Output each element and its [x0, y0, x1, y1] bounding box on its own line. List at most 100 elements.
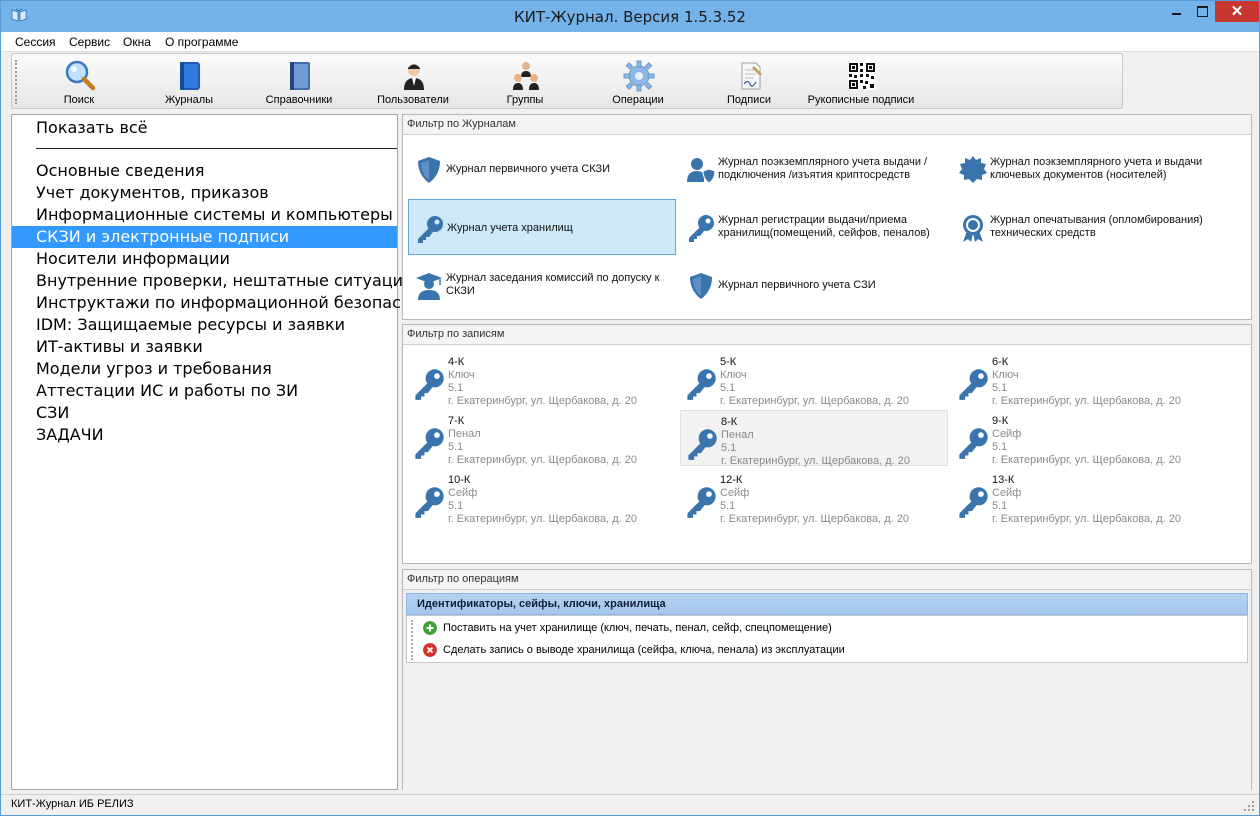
- journal-sealing[interactable]: Журнал опечатывания (опломбирования) тех…: [952, 199, 1220, 255]
- menu-windows[interactable]: Окна: [123, 35, 151, 49]
- journal-key-documents[interactable]: Журнал поэкземплярного учета и выдачи кл…: [952, 141, 1220, 197]
- record-type: Сейф: [448, 487, 478, 499]
- record-version: 5.1: [721, 442, 737, 454]
- record-type: Пенал: [448, 428, 481, 440]
- record-version: 5.1: [992, 441, 1008, 453]
- journal-storage-issue[interactable]: Журнал регистрации выдачи/приема хранили…: [680, 199, 948, 255]
- nav-item-documents[interactable]: Учет документов, приказов: [12, 182, 397, 204]
- record-version: 5.1: [992, 500, 1008, 512]
- journals-filter-header: Фильтр по Журналам: [403, 115, 1251, 135]
- record-type: Ключ: [992, 369, 1019, 381]
- records-filter-group: Фильтр по записям 4-К Ключ 5.1 г. Екатеринб…: [402, 324, 1252, 564]
- record-version: 5.1: [992, 382, 1008, 394]
- users-button[interactable]: Пользователи: [358, 56, 468, 108]
- references-button[interactable]: Справочники: [244, 56, 354, 108]
- operation-label: Поставить на учет хранилище (ключ, печат…: [443, 622, 832, 634]
- record-address: г. Екатеринбург, ул. Щербакова, д. 20: [720, 395, 910, 407]
- record-version: 5.1: [720, 500, 736, 512]
- nav-item-information-systems[interactable]: Информационные системы и компьютеры: [12, 204, 397, 226]
- menu-session[interactable]: Сессия: [15, 35, 56, 49]
- nav-item-attestations[interactable]: Аттестации ИС и работы по ЗИ: [12, 380, 397, 402]
- search-button[interactable]: Поиск: [24, 56, 134, 108]
- references-button-label: Справочники: [265, 94, 333, 106]
- nav-show-all[interactable]: Показать всё: [12, 117, 397, 139]
- group-icon: [513, 62, 539, 90]
- nav-item-skzi[interactable]: СКЗИ и электронные подписи: [12, 226, 397, 248]
- remove-circle-icon: [423, 643, 437, 657]
- operations-category[interactable]: Идентификаторы, сейфы, ключи, хранилища: [406, 593, 1248, 615]
- journal-label: Журнал поэкземплярного учета и выдачи кл…: [990, 156, 1203, 181]
- journal-crypto-issue[interactable]: Журнал поэкземплярного учета выдачи /под…: [680, 141, 948, 197]
- qr-code-icon: [848, 62, 876, 90]
- record-card[interactable]: 6-К Ключ 5.1 г. Екатеринбург, ул. Щербакова…: [952, 351, 1220, 407]
- record-number: 4-К: [448, 356, 465, 368]
- journals-filter-group: Фильтр по Журналам Журнал первичного уче…: [402, 114, 1252, 320]
- key-icon: [415, 487, 444, 518]
- nav-item-tasks[interactable]: ЗАДАЧИ: [12, 424, 397, 446]
- nav-item-idm[interactable]: IDM: Защищаемые ресурсы и заявки: [12, 314, 397, 336]
- toolbar-grip[interactable]: [15, 60, 18, 104]
- record-number: 8-К: [721, 416, 738, 428]
- journal-label: Журнал первичного учета СЗИ: [718, 278, 876, 291]
- record-address: г. Екатеринбург, ул. Щербакова, д. 20: [448, 513, 638, 525]
- key-icon: [688, 429, 717, 460]
- record-card[interactable]: 10-К Сейф 5.1 г. Екатеринбург, ул. Щербаков…: [408, 469, 676, 525]
- nav-item-it-assets[interactable]: ИТ-активы и заявки: [12, 336, 397, 358]
- record-address: г. Екатеринбург, ул. Щербакова, д. 20: [448, 454, 638, 466]
- resize-grip-icon[interactable]: [1243, 800, 1255, 812]
- nav-item-internal-checks[interactable]: Внутренние проверки, нештатные ситуации: [12, 270, 413, 292]
- record-type: Ключ: [720, 369, 747, 381]
- operations-filter-group: Фильтр по операциям Идентификаторы, сейф…: [402, 569, 1252, 790]
- key-icon: [415, 428, 444, 459]
- record-type: Ключ: [448, 369, 475, 381]
- journal-szi-primary[interactable]: Журнал первичного учета СЗИ: [680, 257, 948, 313]
- window-title: КИТ-Журнал. Версия 1.5.3.52: [514, 8, 746, 26]
- record-card[interactable]: 9-К Сейф 5.1 г. Екатеринбург, ул. Щербакова…: [952, 410, 1220, 466]
- operations-button[interactable]: Операции: [583, 56, 693, 108]
- journal-label: Журнал опечатывания (опломбирования) тех…: [990, 214, 1203, 239]
- toolbar: Поиск Журналы Справочники Пользователи Г…: [11, 53, 1123, 109]
- nav-item-media[interactable]: Носители информации: [12, 248, 397, 270]
- signatures-button[interactable]: Подписи: [694, 56, 804, 108]
- journal-storages[interactable]: Журнал учета хранилищ: [408, 199, 676, 255]
- menu-about[interactable]: О программе: [165, 35, 238, 49]
- journal-label: Журнал учета хранилищ: [447, 221, 573, 234]
- record-card[interactable]: 5-К Ключ 5.1 г. Екатеринбург, ул. Щербакова…: [680, 351, 948, 407]
- journal-commission[interactable]: Журнал заседания комиссий по допуску к С…: [408, 257, 676, 313]
- nav-item-threat-models[interactable]: Модели угроз и требования: [12, 358, 397, 380]
- maximize-button[interactable]: [1189, 1, 1215, 22]
- key-icon: [687, 487, 716, 518]
- record-card[interactable]: 13-К Сейф 5.1 г. Екатеринбург, ул. Щербаков…: [952, 469, 1220, 525]
- journal-label: Журнал первичного учета СКЗИ: [446, 162, 611, 175]
- operation-register-storage[interactable]: Поставить на учет хранилище (ключ, печат…: [423, 619, 832, 639]
- record-card[interactable]: 12-К Сейф 5.1 г. Екатеринбург, ул. Щербаков…: [680, 469, 948, 525]
- record-number: 6-К: [992, 356, 1009, 368]
- record-card[interactable]: 7-К Пенал 5.1 г. Екатеринбург, ул. Щербаков…: [408, 410, 676, 466]
- menu-service[interactable]: Сервис: [69, 35, 110, 49]
- record-version: 5.1: [448, 500, 464, 512]
- record-card[interactable]: 8-К Пенал 5.1 г. Екатеринбург, ул. Щербаков…: [680, 410, 948, 467]
- record-address: г. Екатеринбург, ул. Щербакова, д. 20: [992, 454, 1182, 466]
- groups-button[interactable]: Группы: [470, 56, 580, 108]
- handwritten-signatures-button-label: Рукописные подписи: [807, 94, 915, 106]
- magnifier-icon: [65, 60, 96, 91]
- nav-item-briefings[interactable]: Инструктажи по информационной безопаснос…: [12, 292, 450, 314]
- journal-label: Журнал поэкземплярного учета выдачи /под…: [718, 156, 928, 181]
- record-type: Сейф: [992, 428, 1022, 440]
- record-address: г. Екатеринбург, ул. Щербакова, д. 20: [992, 395, 1182, 407]
- minimize-button[interactable]: [1163, 1, 1189, 22]
- operation-decommission-storage[interactable]: Сделать запись о выводе хранилища (сейфа…: [423, 641, 845, 661]
- key-icon: [959, 428, 988, 459]
- close-button[interactable]: ✕: [1215, 1, 1259, 22]
- journal-skzi-primary[interactable]: Журнал первичного учета СКЗИ: [408, 141, 676, 197]
- handwritten-signatures-button[interactable]: Рукописные подписи: [806, 56, 916, 108]
- record-number: 7-К: [448, 415, 465, 427]
- operations-body: Идентификаторы, сейфы, ключи, хранилища …: [403, 590, 1251, 790]
- signatures-button-label: Подписи: [727, 94, 771, 106]
- gear-icon: [623, 60, 655, 92]
- key-icon: [687, 369, 716, 400]
- nav-item-szi[interactable]: СЗИ: [12, 402, 397, 424]
- journals-button[interactable]: Журналы: [134, 56, 244, 108]
- record-card[interactable]: 4-К Ключ 5.1 г. Екатеринбург, ул. Щербакова…: [408, 351, 676, 407]
- nav-item-basic-info[interactable]: Основные сведения: [12, 160, 397, 182]
